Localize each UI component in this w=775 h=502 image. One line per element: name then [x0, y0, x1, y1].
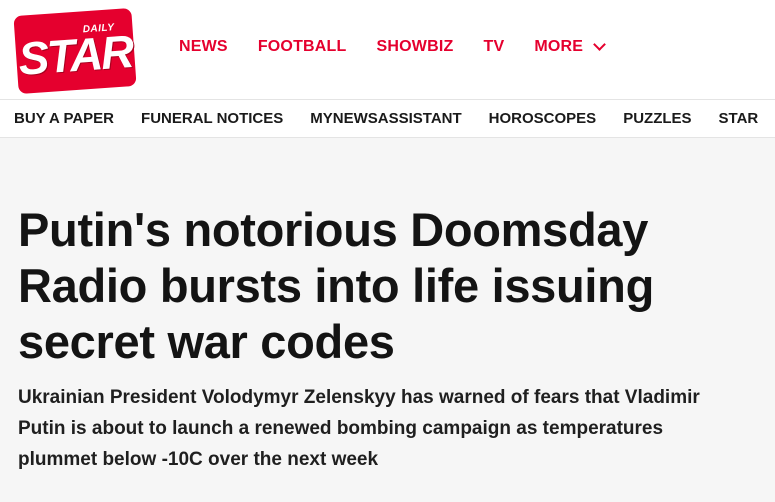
- nav-football[interactable]: FOOTBALL: [258, 38, 347, 56]
- main-nav: NEWS FOOTBALL SHOWBIZ TV MORE: [179, 37, 634, 56]
- nav-more-label: MORE: [534, 38, 584, 55]
- nav-tv[interactable]: TV: [483, 38, 504, 56]
- daily-star-logo[interactable]: DAILY STAR: [13, 7, 137, 95]
- article: Putin's notorious Doomsday Radio bursts …: [0, 138, 775, 475]
- article-standfirst: Ukrainian President Volodymyr Zelenskyy …: [18, 387, 700, 470]
- subnav-puzzles[interactable]: PUZZLES: [623, 110, 691, 127]
- subnav-horoscopes[interactable]: HOROSCOPES: [489, 110, 597, 127]
- logo-star-text: STAR: [16, 24, 134, 85]
- site-header: DAILY STAR NEWS FOOTBALL SHOWBIZ TV MORE: [0, 0, 775, 100]
- secondary-nav: BUY A PAPER FUNERAL NOTICES MYNEWSASSIST…: [0, 100, 775, 138]
- nav-showbiz[interactable]: SHOWBIZ: [377, 38, 454, 56]
- subnav-star[interactable]: STAR: [719, 110, 759, 127]
- nav-news[interactable]: NEWS: [179, 38, 228, 56]
- nav-more-button[interactable]: MORE: [534, 37, 607, 56]
- chevron-down-icon: [593, 37, 607, 51]
- subnav-funeral-notices[interactable]: FUNERAL NOTICES: [141, 110, 283, 127]
- article-headline: Putin's notorious Doomsday Radio bursts …: [18, 203, 654, 368]
- subnav-mynewsassistant[interactable]: MYNEWSASSISTANT: [310, 110, 461, 127]
- subnav-buy-a-paper[interactable]: BUY A PAPER: [14, 110, 114, 127]
